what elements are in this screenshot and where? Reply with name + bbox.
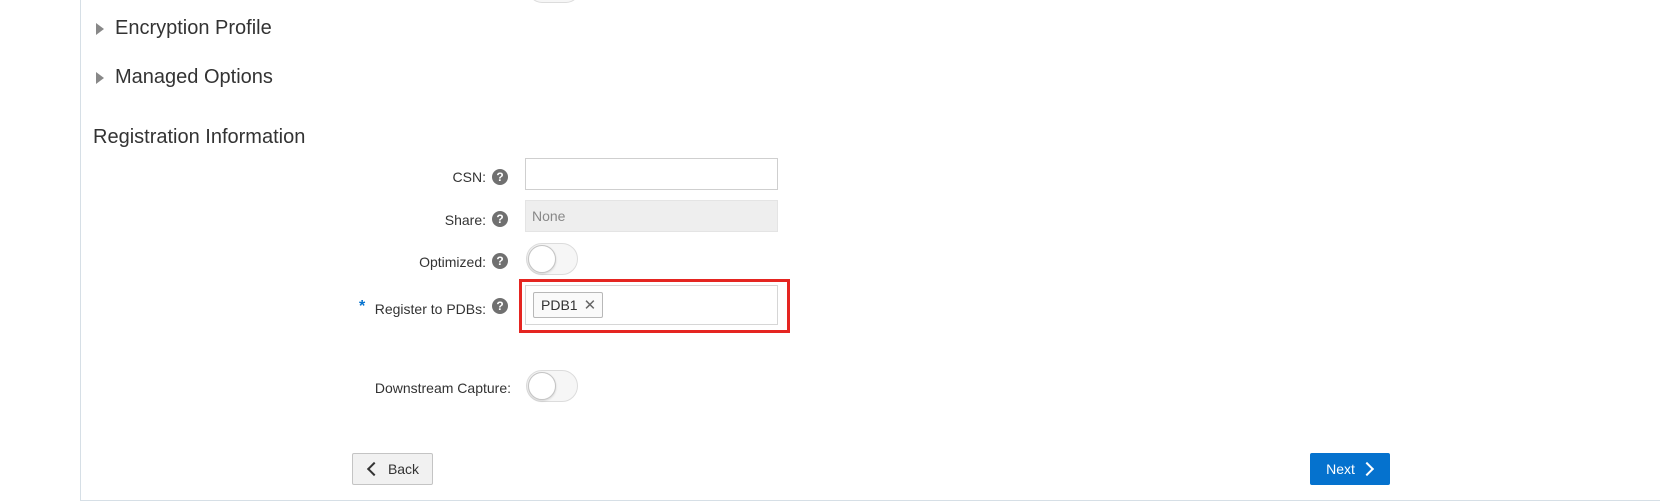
next-label: Next — [1326, 461, 1355, 477]
back-button[interactable]: Back — [352, 453, 433, 485]
toggle-knob — [528, 245, 556, 273]
section-title: Managed Options — [115, 66, 273, 88]
share-field: None — [525, 200, 778, 232]
help-icon[interactable]: ? — [492, 253, 508, 269]
back-label: Back — [387, 461, 420, 477]
triangle-right-icon — [96, 71, 104, 84]
next-button[interactable]: Next — [1310, 453, 1390, 485]
help-icon[interactable]: ? — [492, 169, 508, 185]
csn-label: CSN: — [452, 169, 486, 185]
chevron-right-icon — [1359, 461, 1374, 477]
share-label: Share: — [444, 212, 486, 228]
section-encryption-profile[interactable]: Encryption Profile — [96, 17, 272, 40]
optimized-label: Optimized: — [419, 254, 486, 270]
section-managed-options[interactable]: Managed Options — [96, 66, 273, 89]
help-icon[interactable]: ? — [492, 211, 508, 227]
wizard-panel — [80, 0, 1660, 501]
register-to-pdbs-input[interactable]: PDB1 ✕ — [525, 285, 778, 325]
section-title: Encryption Profile — [115, 17, 272, 39]
chevron-left-icon — [366, 461, 382, 477]
downstream-capture-label: Downstream Capture: — [374, 380, 511, 396]
toggle-knob — [528, 372, 556, 400]
csn-input[interactable] — [525, 158, 778, 190]
registration-information-heading: Registration Information — [93, 126, 306, 148]
optimized-toggle[interactable] — [526, 243, 578, 275]
close-icon[interactable]: ✕ — [584, 298, 597, 313]
triangle-right-icon — [96, 22, 104, 35]
tag-chip-pdb1: PDB1 ✕ — [533, 292, 604, 318]
downstream-capture-toggle[interactable] — [526, 370, 578, 402]
required-marker: * — [359, 298, 366, 315]
register-to-pdbs-label: Register to PDBs: — [374, 301, 486, 317]
help-icon[interactable]: ? — [492, 298, 508, 314]
tag-label: PDB1 — [541, 297, 578, 313]
